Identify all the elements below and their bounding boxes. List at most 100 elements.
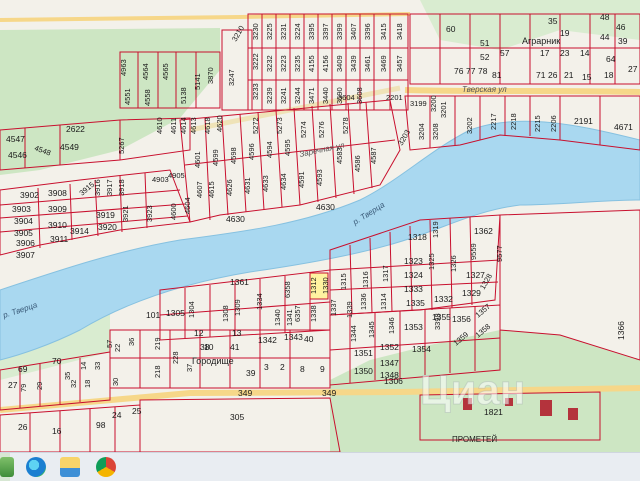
parcel-number: 27 [8, 380, 18, 390]
parcel-number: 5272 [251, 117, 260, 134]
parcel-number: 5276 [317, 121, 326, 138]
parcel-number: 3921 [121, 205, 130, 222]
parcel-number: 1346 [387, 317, 396, 334]
parcel-number: 37 [185, 364, 194, 372]
parcel-number: 3471 [307, 87, 316, 104]
parcel-number: 3440 [321, 87, 330, 104]
parcel-number: 5267 [117, 137, 126, 154]
parcel-number: 38 [200, 342, 210, 352]
parcel-number: 3244 [293, 87, 302, 104]
parcel-number: 1314 [379, 293, 388, 310]
parcel-number: 4155 [307, 55, 316, 72]
parcel-number: 3397 [321, 23, 330, 40]
parcel-number: 26 [548, 70, 558, 80]
parcel-number: 3903 [12, 204, 31, 214]
parcel-number: 1309 [233, 299, 242, 316]
parcel-number: 3231 [279, 23, 288, 40]
parcel-number: 16 [52, 426, 62, 436]
parcel-number: 1305 [166, 308, 185, 318]
parcel-number: 18 [604, 70, 614, 80]
parcel-number: 2201 [386, 93, 403, 102]
parcel-number: 3395 [307, 23, 316, 40]
parcel-number: 1318 [408, 232, 427, 242]
parcel-number: 36 [127, 338, 136, 346]
parcel-number: 1345 [367, 321, 376, 338]
parcel-number: 4671 [614, 122, 633, 132]
parcel-number: 1324 [404, 270, 423, 280]
parcel-number: 1323 [404, 256, 423, 266]
parcel-number: 4614 [179, 117, 188, 134]
parcel-number: 3225 [265, 23, 274, 40]
parcel-number: 1335 [406, 298, 425, 308]
place-label-gorodishche: Городище [192, 356, 234, 366]
parcel-number: 3908 [48, 188, 67, 198]
parcel-number: 3415 [379, 23, 388, 40]
parcel-number: 52 [480, 52, 490, 62]
parcel-number: 3469 [379, 55, 388, 72]
parcel-number: 29 [35, 382, 44, 390]
parcel-number: 1334 [255, 293, 264, 310]
parcel-number: 9 [320, 364, 325, 374]
parcel-number: 3202 [465, 117, 474, 134]
parcel-number: 1351 [354, 348, 373, 358]
parcel-number: 1336 [359, 293, 368, 310]
parcel-number: 25 [132, 406, 142, 416]
parcel-number: 1356 [452, 314, 471, 324]
parcel-number: 14 [580, 48, 590, 58]
parcel-number: 76 [454, 66, 464, 76]
parcel-number: 46 [616, 22, 626, 32]
parcel-number: 1306 [384, 376, 403, 386]
place-label-agrarnik: Аграрник [522, 36, 560, 46]
parcel-number: 6357 [293, 305, 302, 322]
parcel-number: 1339 [345, 301, 354, 318]
parcel-number: 39 [246, 368, 256, 378]
parcel-number: 5138 [179, 87, 188, 104]
parcel-number: 1344 [349, 325, 358, 342]
parcel-number: 4558 [143, 89, 152, 106]
parcel-number: 60 [446, 24, 456, 34]
parcel-number: 1342 [258, 335, 277, 345]
file-explorer-icon[interactable] [60, 457, 80, 477]
parcel-number: 3461 [363, 55, 372, 72]
road-tverskaya [404, 87, 640, 95]
parcel-number: 3232 [265, 55, 274, 72]
parcel-number: 1325 [427, 253, 436, 270]
parcel-number: 3396 [363, 23, 372, 40]
highlighted-parcel-number: 1312 [309, 277, 318, 294]
parcel-number: 4626 [225, 179, 234, 196]
parcel-number: 3905 [14, 228, 33, 238]
parcel-number: 3230 [251, 23, 260, 40]
parcel-number: 51 [480, 38, 490, 48]
cadastral-map[interactable]: Заречная ул Тверская ул р. Тверца р. Тве… [0, 0, 640, 452]
parcel-number: 2218 [509, 113, 518, 130]
parcel-number: 22 [113, 344, 122, 352]
parcel-number: 3923 [145, 205, 154, 222]
street-label-tverskaya: Тверская ул [462, 85, 507, 94]
parcel-number: 5278 [341, 117, 350, 134]
parcel-number: 78 [478, 66, 488, 76]
taskbar [0, 452, 640, 481]
parcel-number: 4596 [247, 143, 256, 160]
parcel-number: 3233 [251, 83, 260, 100]
parcel-number: 3418 [395, 23, 404, 40]
parcel-number: 1361 [230, 277, 249, 287]
parcel-number: 3239 [265, 87, 274, 104]
chrome-browser-icon[interactable] [96, 457, 116, 477]
parcel-number: 4156 [321, 55, 330, 72]
parcel-number: 33 [93, 362, 102, 370]
parcel-number: 218 [153, 365, 162, 378]
parcel-number: 3911 [50, 234, 69, 244]
parcel-number: 3199 [410, 99, 427, 108]
edge-browser-icon[interactable] [26, 457, 46, 477]
parcel-number: 3916 [93, 179, 102, 196]
parcel-number: 3907 [16, 250, 35, 260]
parcel-number: 5274 [299, 121, 308, 138]
parcel-number: 1315 [339, 273, 348, 290]
parcel-number: 27 [628, 64, 638, 74]
parcel-number: 2215 [533, 115, 542, 132]
desktop-shortcut-icon[interactable] [0, 457, 14, 477]
parcel-number: 101 [146, 310, 160, 320]
parcel-number: 3920 [98, 222, 117, 232]
parcel-number: 5141 [193, 73, 202, 90]
parcel-number: 3909 [48, 204, 67, 214]
